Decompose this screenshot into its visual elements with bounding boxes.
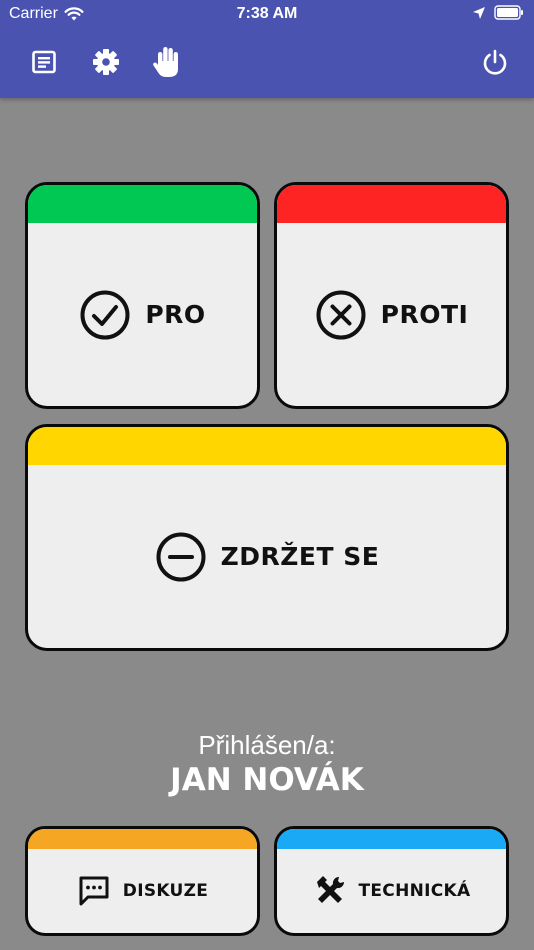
- status-time: 7:38 AM: [236, 5, 298, 22]
- discussion-label: DISKUZE: [122, 881, 209, 901]
- vote-proti-content: PROTI: [277, 223, 506, 406]
- discussion-button[interactable]: DISKUZE: [25, 826, 260, 936]
- battery-icon: [494, 5, 523, 20]
- vote-zdrzet-stripe: [28, 427, 506, 465]
- discussion-stripe: [28, 829, 257, 849]
- vote-proti-stripe: [277, 185, 506, 223]
- technical-stripe: [277, 829, 506, 849]
- vote-zdrzet-label: ZDRŽET SE: [220, 542, 380, 571]
- vote-proti-button[interactable]: PROTI: [274, 182, 509, 409]
- gear-icon: [93, 49, 119, 75]
- location-arrow-icon: [473, 6, 485, 19]
- document-icon: [32, 50, 56, 74]
- check-circle-icon: [80, 290, 130, 339]
- technical-button[interactable]: TECHNICKÁ: [274, 826, 509, 936]
- logout-button[interactable]: [477, 44, 513, 80]
- chat-bubble-icon: [79, 876, 109, 906]
- vote-zdrzet-content: ZDRŽET SE: [28, 465, 506, 648]
- raise-hand-button[interactable]: [150, 44, 186, 80]
- vote-pro-button[interactable]: PRO: [25, 182, 260, 409]
- technical-label: TECHNICKÁ: [358, 881, 471, 901]
- vote-proti-label: PROTI: [380, 300, 469, 329]
- settings-button[interactable]: [88, 44, 124, 80]
- cross-circle-icon: [316, 290, 366, 339]
- document-button[interactable]: [26, 44, 62, 80]
- vote-pro-stripe: [28, 185, 257, 223]
- vote-zdrzet-button[interactable]: ZDRŽET SE: [25, 424, 509, 651]
- technical-content: TECHNICKÁ: [277, 849, 506, 933]
- login-user-name: JAN NOVÁK: [170, 762, 364, 798]
- raise-hand-icon: [153, 47, 178, 77]
- app-header: Carrier 7:38 AM: [0, 0, 534, 98]
- vote-pro-content: PRO: [28, 223, 257, 406]
- status-right: [472, 5, 524, 20]
- login-caption: Přihlášen/a:: [198, 730, 336, 760]
- power-icon: [483, 49, 507, 75]
- tools-icon: [316, 876, 344, 903]
- discussion-content: DISKUZE: [28, 849, 257, 933]
- status-bar: Carrier 7:38 AM: [0, 0, 534, 28]
- vote-pro-label: PRO: [145, 300, 206, 329]
- minus-circle-icon: [156, 532, 206, 581]
